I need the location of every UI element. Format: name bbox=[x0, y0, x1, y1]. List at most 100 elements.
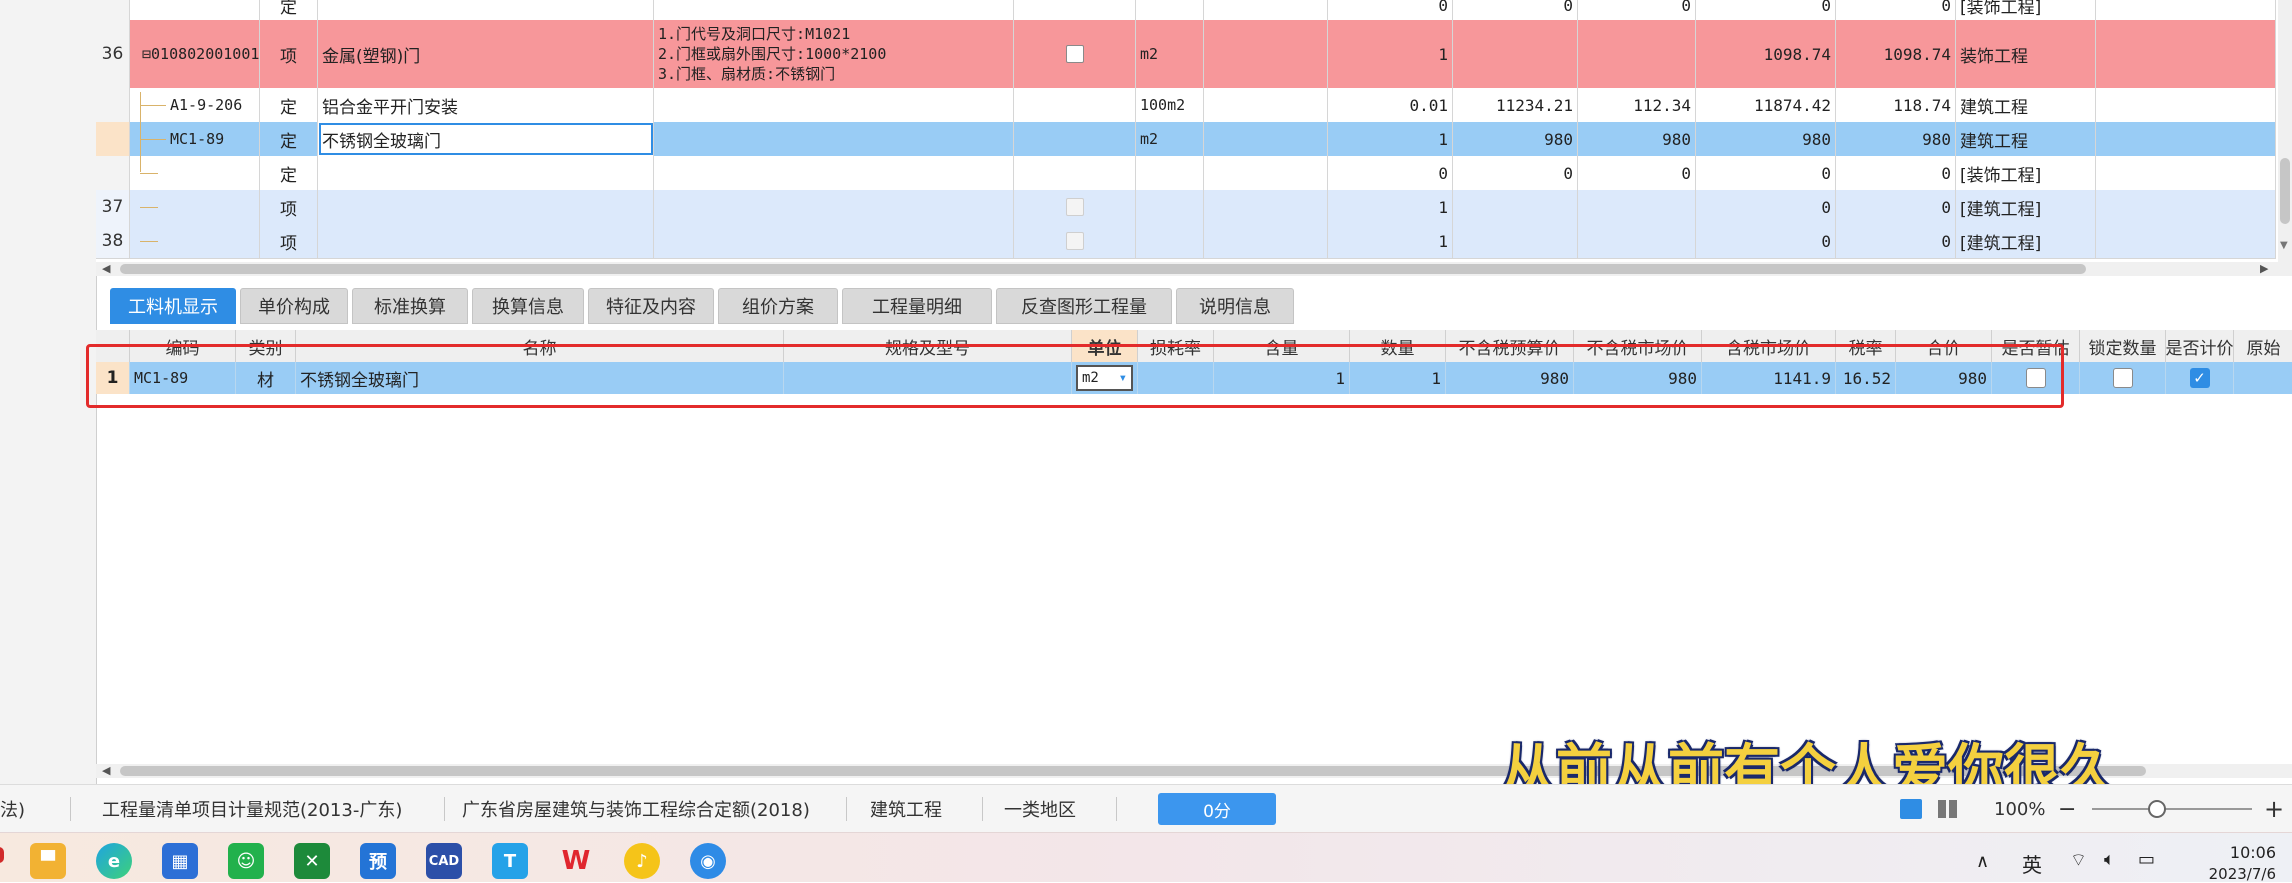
cell-p3[interactable]: 0 bbox=[1696, 224, 1836, 258]
upper-hscrollbar[interactable]: ◀ ▶ bbox=[96, 262, 2292, 276]
scroll-right-arrow-icon[interactable]: ▶ bbox=[2260, 262, 2268, 275]
cell-qty[interactable]: 0.01 bbox=[1328, 88, 1453, 122]
battery-icon[interactable]: ▭ bbox=[2138, 849, 2155, 870]
upper-grid-row[interactable]: 37 项 1 0 0 [建筑工程] bbox=[96, 190, 2276, 225]
cell-blank[interactable] bbox=[1204, 190, 1328, 224]
cell-p1[interactable]: 980 bbox=[1453, 122, 1578, 156]
cell-p3[interactable]: 0 bbox=[1696, 190, 1836, 224]
cell-category[interactable]: [装饰工程] bbox=[1956, 156, 2096, 190]
cell-row-no[interactable] bbox=[96, 88, 130, 122]
cell-desc[interactable] bbox=[654, 224, 1014, 258]
zoom-in-icon[interactable]: + bbox=[2264, 785, 2284, 833]
cell-qty[interactable]: 1 bbox=[1328, 190, 1453, 224]
cell-total[interactable]: 0 bbox=[1836, 224, 1956, 258]
cell-name[interactable] bbox=[318, 224, 654, 258]
zoom-out-icon[interactable]: − bbox=[2058, 785, 2076, 833]
cell-p1[interactable] bbox=[1453, 20, 1578, 88]
clock-time[interactable]: 10:06 bbox=[2196, 843, 2276, 862]
cell-type[interactable]: 定 bbox=[260, 0, 318, 20]
cell-extra[interactable] bbox=[2096, 224, 2276, 258]
cell-check[interactable] bbox=[1014, 224, 1136, 258]
cell-name[interactable]: 铝合金平开门安装 bbox=[318, 88, 654, 122]
cell-check[interactable] bbox=[1014, 88, 1136, 122]
cell-code[interactable]: ⊟ 010802001001 bbox=[130, 20, 260, 88]
cell-row-no[interactable] bbox=[96, 156, 130, 190]
volume-icon[interactable]: 🔈︎ bbox=[2104, 849, 2115, 870]
wifi-icon[interactable]: ⌔ bbox=[2070, 849, 2087, 872]
cell-p2[interactable] bbox=[1578, 20, 1696, 88]
cell-extra[interactable] bbox=[2096, 156, 2276, 190]
cell-p1[interactable]: 11234.21 bbox=[1453, 88, 1578, 122]
xbox-icon[interactable]: ✕ bbox=[294, 843, 330, 879]
tab-7[interactable]: 工程量明细 bbox=[842, 288, 992, 324]
cell-lock-quantity[interactable] bbox=[2080, 362, 2166, 394]
tab-1[interactable]: 工料机显示 bbox=[110, 288, 236, 324]
column-header[interactable]: 是否计价 bbox=[2166, 330, 2234, 362]
cell-name[interactable] bbox=[318, 190, 654, 224]
cell-row-no[interactable] bbox=[96, 0, 130, 20]
cell-desc[interactable] bbox=[654, 190, 1014, 224]
cell-unit[interactable]: m2 bbox=[1136, 20, 1204, 88]
cell-name[interactable] bbox=[318, 156, 654, 190]
cell-blank[interactable] bbox=[1204, 20, 1328, 88]
tab-2[interactable]: 单价构成 bbox=[240, 288, 348, 324]
edge-browser-icon[interactable]: e bbox=[96, 843, 132, 879]
cell-p3[interactable]: 1098.74 bbox=[1696, 20, 1836, 88]
upper-grid-row[interactable]: MC1-89 定不锈钢全玻璃门 m2 1 980 980 980 980 建筑工程 bbox=[96, 122, 2276, 157]
cad-icon[interactable]: CAD bbox=[426, 843, 462, 879]
cell-p2[interactable]: 0 bbox=[1578, 156, 1696, 190]
upper-grid-row[interactable]: 38 项 1 0 0 [建筑工程] bbox=[96, 224, 2276, 259]
cell-desc[interactable] bbox=[654, 156, 1014, 190]
cell-blank[interactable] bbox=[1204, 224, 1328, 258]
cell-total[interactable]: 980 bbox=[1836, 122, 1956, 156]
cell-type[interactable]: 项 bbox=[260, 20, 318, 88]
cell-total[interactable]: 0 bbox=[1836, 0, 1956, 20]
name-edit-field[interactable]: 不锈钢全玻璃门 bbox=[318, 122, 654, 156]
cell-name[interactable] bbox=[318, 0, 654, 20]
cell-category[interactable]: [建筑工程] bbox=[1956, 190, 2096, 224]
cell-total[interactable]: 1098.74 bbox=[1836, 20, 1956, 88]
cell-qty[interactable]: 0 bbox=[1328, 0, 1453, 20]
cell-qty[interactable]: 1 bbox=[1328, 20, 1453, 88]
ime-indicator[interactable]: 英 bbox=[2022, 849, 2042, 878]
cell-type[interactable]: 定 bbox=[260, 156, 318, 190]
cell-extra[interactable] bbox=[2096, 122, 2276, 156]
tab-5[interactable]: 特征及内容 bbox=[588, 288, 714, 324]
cell-p3[interactable]: 980 bbox=[1696, 122, 1836, 156]
tray-expand-icon[interactable]: ∧ bbox=[1976, 851, 1989, 872]
lock-quantity-checkbox[interactable] bbox=[2112, 368, 2133, 388]
cell-total[interactable]: 0 bbox=[1836, 190, 1956, 224]
cell-extra[interactable] bbox=[2096, 20, 2276, 88]
cell-qty[interactable]: 0 bbox=[1328, 156, 1453, 190]
row-checkbox[interactable] bbox=[1065, 45, 1084, 63]
cell-desc[interactable] bbox=[654, 122, 1014, 156]
cell-p3[interactable]: 0 bbox=[1696, 156, 1836, 190]
zoom-slider[interactable] bbox=[2092, 785, 2252, 833]
cell-category[interactable]: 建筑工程 bbox=[1956, 88, 2096, 122]
cell-total[interactable]: 118.74 bbox=[1836, 88, 1956, 122]
cell-p1[interactable] bbox=[1453, 224, 1578, 258]
column-header[interactable]: 锁定数量 bbox=[2080, 330, 2166, 362]
cell-unit[interactable] bbox=[1136, 190, 1204, 224]
cell-check[interactable] bbox=[1014, 190, 1136, 224]
upper-vscroll-thumb[interactable] bbox=[2280, 158, 2290, 224]
tab-9[interactable]: 说明信息 bbox=[1176, 288, 1294, 324]
cell-type[interactable]: 定 bbox=[260, 88, 318, 122]
browser-icon[interactable]: ◉ bbox=[690, 843, 726, 879]
cell-unit[interactable] bbox=[1136, 224, 1204, 258]
cell-blank[interactable] bbox=[1204, 122, 1328, 156]
upper-grid-row[interactable]: 36 ⊟ 010802001001 项金属(塑钢)门 1.门代号及洞口尺寸:M1021… bbox=[96, 20, 2276, 89]
scroll-left-arrow-icon[interactable]: ◀ bbox=[102, 764, 110, 777]
zoom-slider-thumb[interactable] bbox=[2148, 800, 2166, 818]
cell-blank[interactable] bbox=[1204, 88, 1328, 122]
cell-p2[interactable]: 112.34 bbox=[1578, 88, 1696, 122]
cell-p2[interactable]: 0 bbox=[1578, 0, 1696, 20]
upper-vscrollbar[interactable]: ▼ bbox=[2278, 0, 2292, 262]
collapse-icon[interactable]: ⊟ bbox=[142, 45, 151, 63]
yu-app-icon[interactable]: 预 bbox=[360, 843, 396, 879]
wps-icon[interactable]: W bbox=[558, 843, 594, 879]
cell-check[interactable] bbox=[1014, 20, 1136, 88]
split-view-icon[interactable] bbox=[1938, 785, 1957, 833]
cell-type[interactable]: 定 bbox=[260, 122, 318, 156]
music-app-icon[interactable]: ♪ bbox=[624, 843, 660, 879]
